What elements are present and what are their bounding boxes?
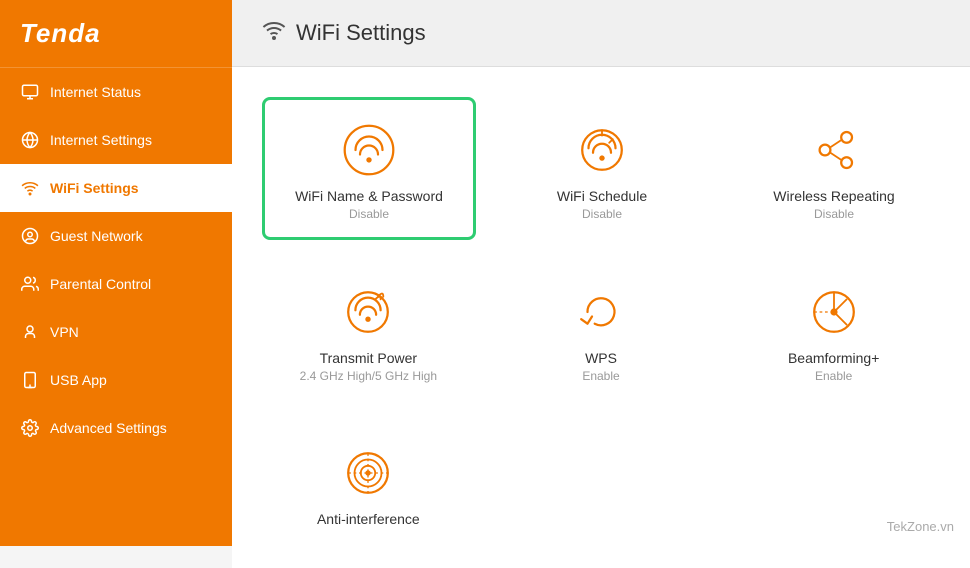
anti-interference-label: Anti-interference: [317, 511, 420, 527]
beamforming-status: Enable: [815, 369, 852, 383]
wifi-header-icon: [262, 18, 286, 48]
grid-item-transmit-power[interactable]: Transmit Power 2.4 GHz High/5 GHz High: [262, 260, 475, 401]
sidebar-item-usb-app[interactable]: USB App: [0, 356, 232, 404]
wifi-schedule-label: WiFi Schedule: [557, 188, 647, 204]
guest-icon: [20, 226, 40, 246]
grid-item-anti-interference[interactable]: Anti-interference: [262, 421, 475, 548]
sidebar-item-parental-control[interactable]: Parental Control: [0, 260, 232, 308]
sidebar-label: VPN: [50, 324, 79, 340]
transmit-power-status: 2.4 GHz High/5 GHz High: [300, 369, 437, 383]
sidebar-item-advanced-settings[interactable]: Advanced Settings: [0, 404, 232, 452]
wifi-schedule-icon: [572, 120, 632, 180]
sidebar-label: Internet Status: [50, 84, 141, 100]
sidebar-item-internet-settings[interactable]: Internet Settings: [0, 116, 232, 164]
wifi-name-status: Disable: [349, 207, 389, 221]
sidebar-label: WiFi Settings: [50, 180, 139, 196]
usb-icon: [20, 370, 40, 390]
sidebar-item-wifi-settings[interactable]: WiFi Settings: [0, 164, 232, 212]
monitor-icon: [20, 82, 40, 102]
sidebar-label: Internet Settings: [50, 132, 152, 148]
wifi-schedule-status: Disable: [582, 207, 622, 221]
grid-row-2: Transmit Power 2.4 GHz High/5 GHz High W…: [262, 260, 940, 401]
parental-icon: [20, 274, 40, 294]
wireless-repeating-status: Disable: [814, 207, 854, 221]
grid-item-wifi-name-password[interactable]: WiFi Name & Password Disable: [262, 97, 476, 240]
main-wrapper: WiFi Settings WiFi Name & Password D: [232, 0, 970, 546]
grid-area: WiFi Name & Password Disable: [232, 67, 970, 568]
wifi-name-icon: [339, 120, 399, 180]
brand-name: Tenda: [20, 18, 101, 48]
page-header: WiFi Settings: [232, 0, 970, 67]
wps-status: Enable: [582, 369, 619, 383]
transmit-power-icon: [338, 282, 398, 342]
grid-item-beamforming[interactable]: Beamforming+ Enable: [727, 260, 940, 401]
sidebar-label: Parental Control: [50, 276, 151, 292]
sidebar: Tenda Internet Status Internet Settings …: [0, 0, 232, 546]
page-title: WiFi Settings: [296, 20, 426, 46]
wireless-repeating-icon: [804, 120, 864, 180]
main-content: WiFi Settings WiFi Name & Password D: [232, 0, 970, 568]
beamforming-icon: [804, 282, 864, 342]
wifi-name-label: WiFi Name & Password: [295, 188, 443, 204]
wifi-icon: [20, 178, 40, 198]
sidebar-item-internet-status[interactable]: Internet Status: [0, 68, 232, 116]
beamforming-label: Beamforming+: [788, 350, 879, 366]
sidebar-label: USB App: [50, 372, 107, 388]
wireless-repeating-label: Wireless Repeating: [773, 188, 894, 204]
globe-icon: [20, 130, 40, 150]
anti-interference-icon: [338, 443, 398, 503]
vpn-icon: [20, 322, 40, 342]
transmit-power-label: Transmit Power: [320, 350, 418, 366]
grid-row-3: Anti-interference: [262, 421, 940, 548]
grid-row-1: WiFi Name & Password Disable: [262, 97, 940, 240]
grid-item-wifi-schedule[interactable]: WiFi Schedule Disable: [496, 97, 708, 240]
settings-icon: [20, 418, 40, 438]
grid-item-wps[interactable]: WPS Enable: [495, 260, 708, 401]
wps-label: WPS: [585, 350, 617, 366]
sidebar-label: Guest Network: [50, 228, 143, 244]
sidebar-label: Advanced Settings: [50, 420, 167, 436]
logo: Tenda: [0, 0, 232, 68]
sidebar-item-guest-network[interactable]: Guest Network: [0, 212, 232, 260]
wps-icon: [571, 282, 631, 342]
watermark: TekZone.vn: [887, 519, 954, 534]
grid-item-wireless-repeating[interactable]: Wireless Repeating Disable: [728, 97, 940, 240]
sidebar-item-vpn[interactable]: VPN: [0, 308, 232, 356]
